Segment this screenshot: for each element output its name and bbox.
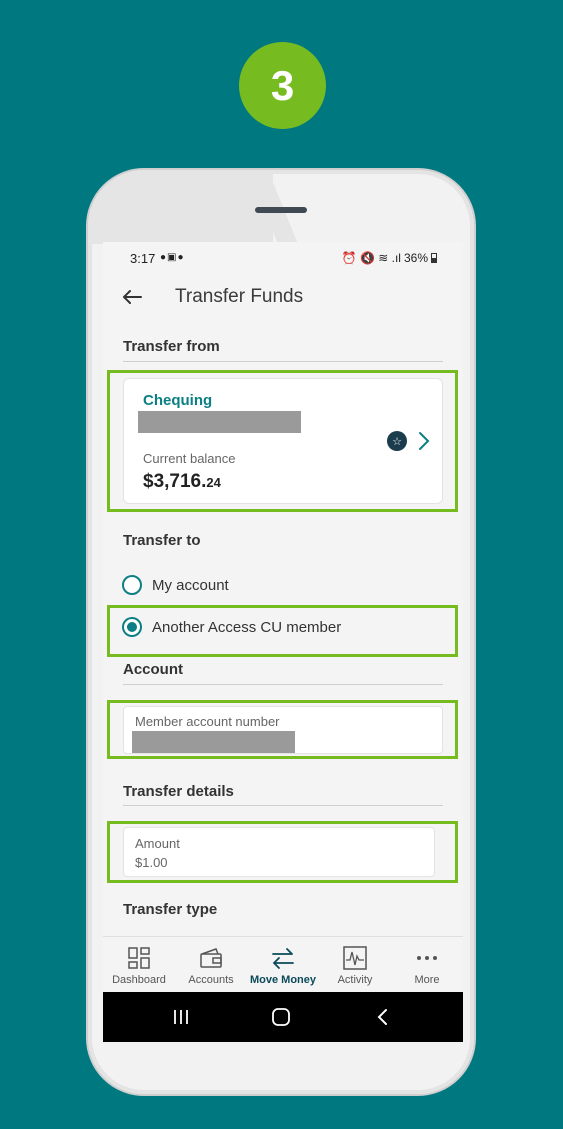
divider — [123, 805, 443, 806]
status-bar: 3:17 ●▣● ⏰ 🔇 ≋ .ıl 36% — [103, 242, 463, 274]
amount-label: Amount — [135, 836, 180, 851]
system-back-icon[interactable] — [373, 1007, 393, 1027]
from-account-name: Chequing — [143, 392, 213, 409]
phone-speaker — [255, 207, 307, 213]
divider — [123, 361, 443, 362]
divider — [123, 684, 443, 685]
status-time: 3:17 — [130, 251, 156, 266]
step-number-badge: 3 — [239, 42, 326, 129]
nav-label: Dashboard — [112, 974, 166, 986]
activity-chart-icon — [343, 946, 367, 970]
redacted-member-number — [132, 731, 295, 753]
bottom-navigation: Dashboard Accounts Move Money Activity M… — [103, 936, 463, 992]
nav-label: Activity — [337, 974, 373, 986]
transfer-details-heading: Transfer details — [123, 783, 234, 800]
transfer-from-heading: Transfer from — [123, 338, 220, 355]
redacted-account-number — [138, 411, 301, 433]
favorite-star-icon[interactable]: ☆ — [387, 431, 407, 451]
wallet-icon — [200, 948, 222, 968]
balance-value: $3,716.24 — [143, 471, 221, 493]
nav-move-money[interactable]: Move Money — [247, 937, 319, 993]
battery-percent: 36% — [403, 251, 428, 265]
radio-label-another-member[interactable]: Another Access CU member — [152, 619, 341, 636]
more-dots-icon — [417, 956, 437, 960]
nav-dashboard[interactable]: Dashboard — [103, 937, 175, 993]
app-screen: 3:17 ●▣● ⏰ 🔇 ≋ .ıl 36% Transfer Funds Tr… — [103, 242, 463, 1042]
transfer-type-heading: Transfer type — [123, 901, 218, 918]
dashboard-icon — [128, 947, 150, 969]
page-title: Transfer Funds — [175, 286, 304, 307]
account-heading: Account — [123, 661, 183, 678]
member-account-label: Member account number — [135, 714, 280, 729]
notification-icons: ●▣● — [160, 252, 185, 263]
radio-label-my-account[interactable]: My account — [152, 577, 229, 594]
back-arrow-icon[interactable] — [120, 285, 144, 309]
nav-accounts[interactable]: Accounts — [175, 937, 247, 993]
amount-value: $1.00 — [135, 855, 168, 870]
amount-input[interactable] — [123, 827, 435, 877]
phone-gloss — [88, 170, 273, 244]
radio-another-member[interactable] — [122, 617, 142, 637]
system-status-icons: ⏰ 🔇 ≋ .ıl — [341, 251, 401, 265]
app-header: Transfer Funds — [103, 282, 463, 312]
balance-cents: 24 — [206, 475, 221, 490]
radio-my-account[interactable] — [122, 575, 142, 595]
nav-label: Accounts — [188, 974, 234, 986]
recent-apps-icon[interactable] — [171, 1007, 191, 1027]
transfer-to-heading: Transfer to — [123, 532, 201, 549]
nav-label: More — [414, 974, 440, 986]
transfer-arrows-icon — [272, 948, 294, 969]
home-icon[interactable] — [271, 1007, 291, 1027]
balance-main: $3,716. — [143, 471, 207, 492]
balance-label: Current balance — [143, 451, 236, 466]
chevron-right-icon[interactable] — [417, 430, 431, 452]
system-navigation-bar — [103, 992, 463, 1042]
nav-more[interactable]: More — [391, 937, 463, 993]
nav-label: Move Money — [249, 974, 316, 986]
battery-icon — [431, 253, 437, 263]
status-right: ⏰ 🔇 ≋ .ıl 36% — [342, 251, 437, 265]
nav-activity[interactable]: Activity — [319, 937, 391, 993]
